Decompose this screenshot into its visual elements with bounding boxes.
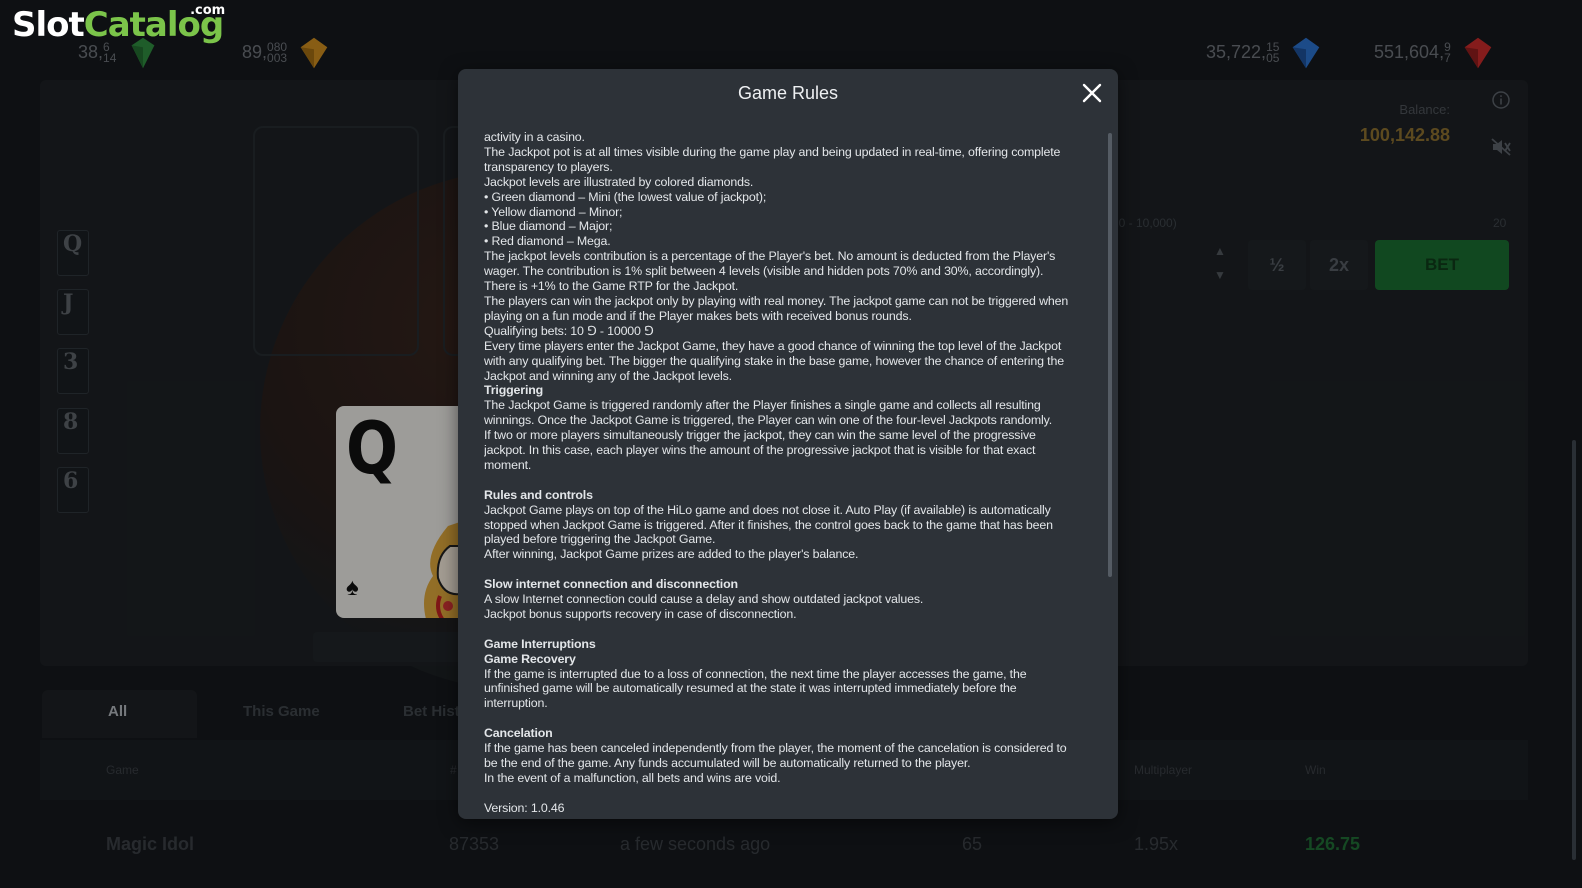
modal-title: Game Rules xyxy=(737,83,839,103)
rules-line: A slow Internet connection could cause a… xyxy=(484,592,924,607)
rules-scrollbar[interactable] xyxy=(1108,133,1112,577)
rules-line: The Jackpot Game is triggered randomly a… xyxy=(484,398,1041,413)
rules-heading: Cancelation xyxy=(484,726,553,741)
rules-text: activity in a casino. The Jackpot pot is … xyxy=(484,130,1090,816)
rules-line xyxy=(484,473,1090,488)
rules-line: with any qualifying bet. The bigger the … xyxy=(484,353,1064,368)
rules-line: The Jackpot pot is at all times visible … xyxy=(484,144,1061,159)
rules-heading: Triggering xyxy=(484,383,544,398)
close-icon xyxy=(1082,83,1102,103)
rules-line: stopped when Jackpot Game is triggered. … xyxy=(484,517,1053,532)
rules-line: If the game has been canceled independen… xyxy=(484,741,1067,756)
rules-line: The jackpot levels contribution is a per… xyxy=(484,249,1056,264)
rules-line: activity in a casino. xyxy=(484,130,585,144)
rules-line: • Red diamond – Mega. xyxy=(484,234,611,249)
rules-line: In the event of a malfunction, all bets … xyxy=(484,770,781,785)
slotcatalog-logo: SlotCatalog .com xyxy=(12,4,225,45)
rules-line: The players can win the jackpot only by … xyxy=(484,293,1069,308)
rules-line: wager. The contribution is 1% split betw… xyxy=(484,264,1044,279)
rules-line: winnings. Once the Jackpot Game is trigg… xyxy=(484,413,1053,428)
rules-line: Jackpot levels are illustrated by colore… xyxy=(484,174,754,189)
rules-line: interruption. xyxy=(484,696,548,711)
rules-line: Jackpot Game plays on top of the HiLo ga… xyxy=(484,502,1051,517)
rules-line: If the game is interrupted due to a loss… xyxy=(484,666,1027,681)
rules-line: If two or more players simultaneously tr… xyxy=(484,428,1036,443)
rules-line: • Green diamond – Mini (the lowest value… xyxy=(484,189,767,204)
rules-line: moment. xyxy=(484,457,532,472)
rules-line: be the end of the game. Any funds accumu… xyxy=(484,756,971,770)
page-scrollbar[interactable] xyxy=(1572,440,1576,860)
rules-line: transparency to players. xyxy=(484,159,613,174)
rules-line: playing on a fun mode and if the Player … xyxy=(484,308,912,323)
rules-heading: Game Interruptions xyxy=(484,636,596,651)
rules-line: Jackpot and winning any of the Jackpot l… xyxy=(484,368,732,383)
game-rules-modal: Game Rules activity in a casino. The Jack… xyxy=(458,69,1118,819)
rules-heading: Game Recovery xyxy=(484,651,576,666)
rules-line: • Blue diamond – Major; xyxy=(484,219,613,234)
rules-line xyxy=(484,786,1090,801)
rules-line: Jackpot bonus supports recovery in case … xyxy=(484,606,797,621)
logo-com-text: .com xyxy=(190,3,226,18)
rules-line: Every time players enter the Jackpot Gam… xyxy=(484,338,1062,353)
rules-line: There is +1% to the Game RTP for the Jac… xyxy=(484,279,739,294)
rules-line: After winning, Jackpot Game prizes are a… xyxy=(484,547,859,562)
rules-heading: Rules and controls xyxy=(484,487,593,502)
rules-line: jackpot. In this case, each player wins … xyxy=(484,443,1036,458)
close-button[interactable] xyxy=(1080,81,1104,105)
rules-line xyxy=(484,711,1090,726)
rules-line: Qualifying bets: 10 ⅁ - 10000 ⅁ xyxy=(484,323,654,338)
rules-line xyxy=(484,622,1090,637)
rules-line: unfinished game will be automatically re… xyxy=(484,681,1017,696)
rules-line: played before triggering the Jackpot Gam… xyxy=(484,532,716,547)
rules-line: • Yellow diamond – Minor; xyxy=(484,204,623,219)
rules-heading: Slow internet connection and disconnecti… xyxy=(484,577,738,592)
logo-slot-text: Slot xyxy=(12,5,85,45)
rules-line xyxy=(484,562,1090,577)
rules-line: Version: 1.0.46 xyxy=(484,800,565,815)
